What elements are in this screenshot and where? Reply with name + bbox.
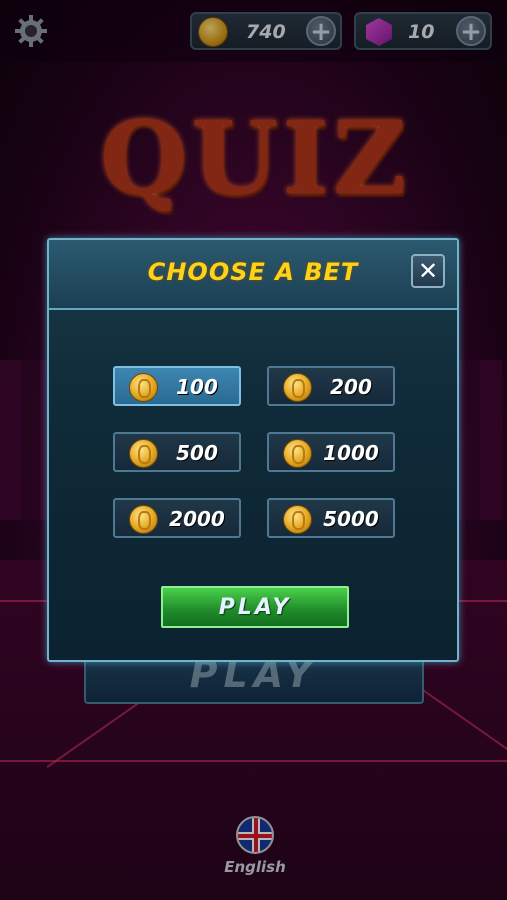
- coin-icon: [129, 439, 158, 468]
- modal-title: CHOOSE A BET: [147, 258, 359, 286]
- bet-amount: 2000: [169, 507, 225, 531]
- coin-icon: [129, 505, 158, 534]
- coin-icon: [283, 505, 312, 534]
- bet-option-500[interactable]: 500: [113, 432, 241, 472]
- bet-amount: 500: [176, 441, 218, 465]
- coin-icon: [283, 439, 312, 468]
- bet-option-100[interactable]: 100: [113, 366, 241, 406]
- bet-amount: 1000: [323, 441, 379, 465]
- play-button[interactable]: PLAY: [161, 586, 349, 628]
- bet-option-2000[interactable]: 2000: [113, 498, 241, 538]
- play-button-label: PLAY: [218, 595, 292, 620]
- modal-header: CHOOSE A BET ✕: [49, 240, 457, 310]
- bet-option-200[interactable]: 200: [267, 366, 395, 406]
- bet-amount: 100: [176, 375, 218, 399]
- bet-amount: 5000: [323, 507, 379, 531]
- coin-icon: [283, 373, 312, 402]
- bet-modal: CHOOSE A BET ✕ 100 200 500 1000 2000 500…: [47, 238, 459, 662]
- bet-option-5000[interactable]: 5000: [267, 498, 395, 538]
- close-button[interactable]: ✕: [411, 254, 445, 288]
- bet-amount: 200: [330, 375, 372, 399]
- coin-icon: [129, 373, 158, 402]
- bet-option-1000[interactable]: 1000: [267, 432, 395, 472]
